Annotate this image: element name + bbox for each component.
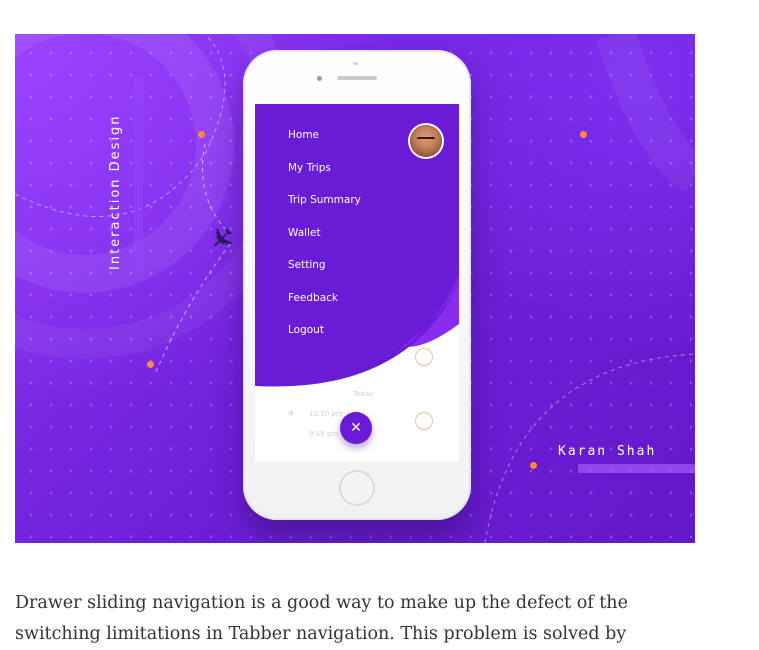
paragraph-line: switching limitations in Tabber navigati… [15,624,627,644]
menu-item-wallet[interactable]: Wallet [288,226,361,259]
phone-screen: 12:30 pm Today + 12:10 pm 9:15 pm Home M… [255,104,459,462]
close-button[interactable]: ✕ [340,412,372,444]
paragraph-line: Drawer sliding navigation is a good way … [15,593,628,613]
phone-camera [317,76,322,81]
phone-speaker [337,76,377,80]
hero-image: Interaction Design ✈ Karan Shah 12:30 pm… [15,34,695,543]
close-icon: ✕ [350,420,362,436]
home-button[interactable] [339,470,375,506]
drawer-menu: Home My Trips Trip Summary Wallet Settin… [288,128,361,356]
phone-mockup: 12:30 pm Today + 12:10 pm 9:15 pm Home M… [243,50,471,520]
article-paragraph: Drawer sliding navigation is a good way … [15,588,715,650]
accent-dot [580,131,587,138]
menu-item-logout[interactable]: Logout [288,323,361,356]
menu-item-trip-summary[interactable]: Trip Summary [288,193,361,226]
menu-item-home[interactable]: Home [288,128,361,161]
avatar-glasses [417,137,435,144]
menu-item-feedback[interactable]: Feedback [288,291,361,324]
accent-dot [147,361,154,368]
author-name: Karan Shah [558,444,657,459]
author-bar [578,464,695,473]
accent-dot [198,131,205,138]
side-title-bar [134,76,143,272]
side-title: Interaction Design [108,114,123,270]
phone-top-notch [353,62,358,65]
menu-item-setting[interactable]: Setting [288,258,361,291]
menu-item-my-trips[interactable]: My Trips [288,161,361,194]
accent-dot [530,462,537,469]
avatar[interactable] [410,125,442,157]
